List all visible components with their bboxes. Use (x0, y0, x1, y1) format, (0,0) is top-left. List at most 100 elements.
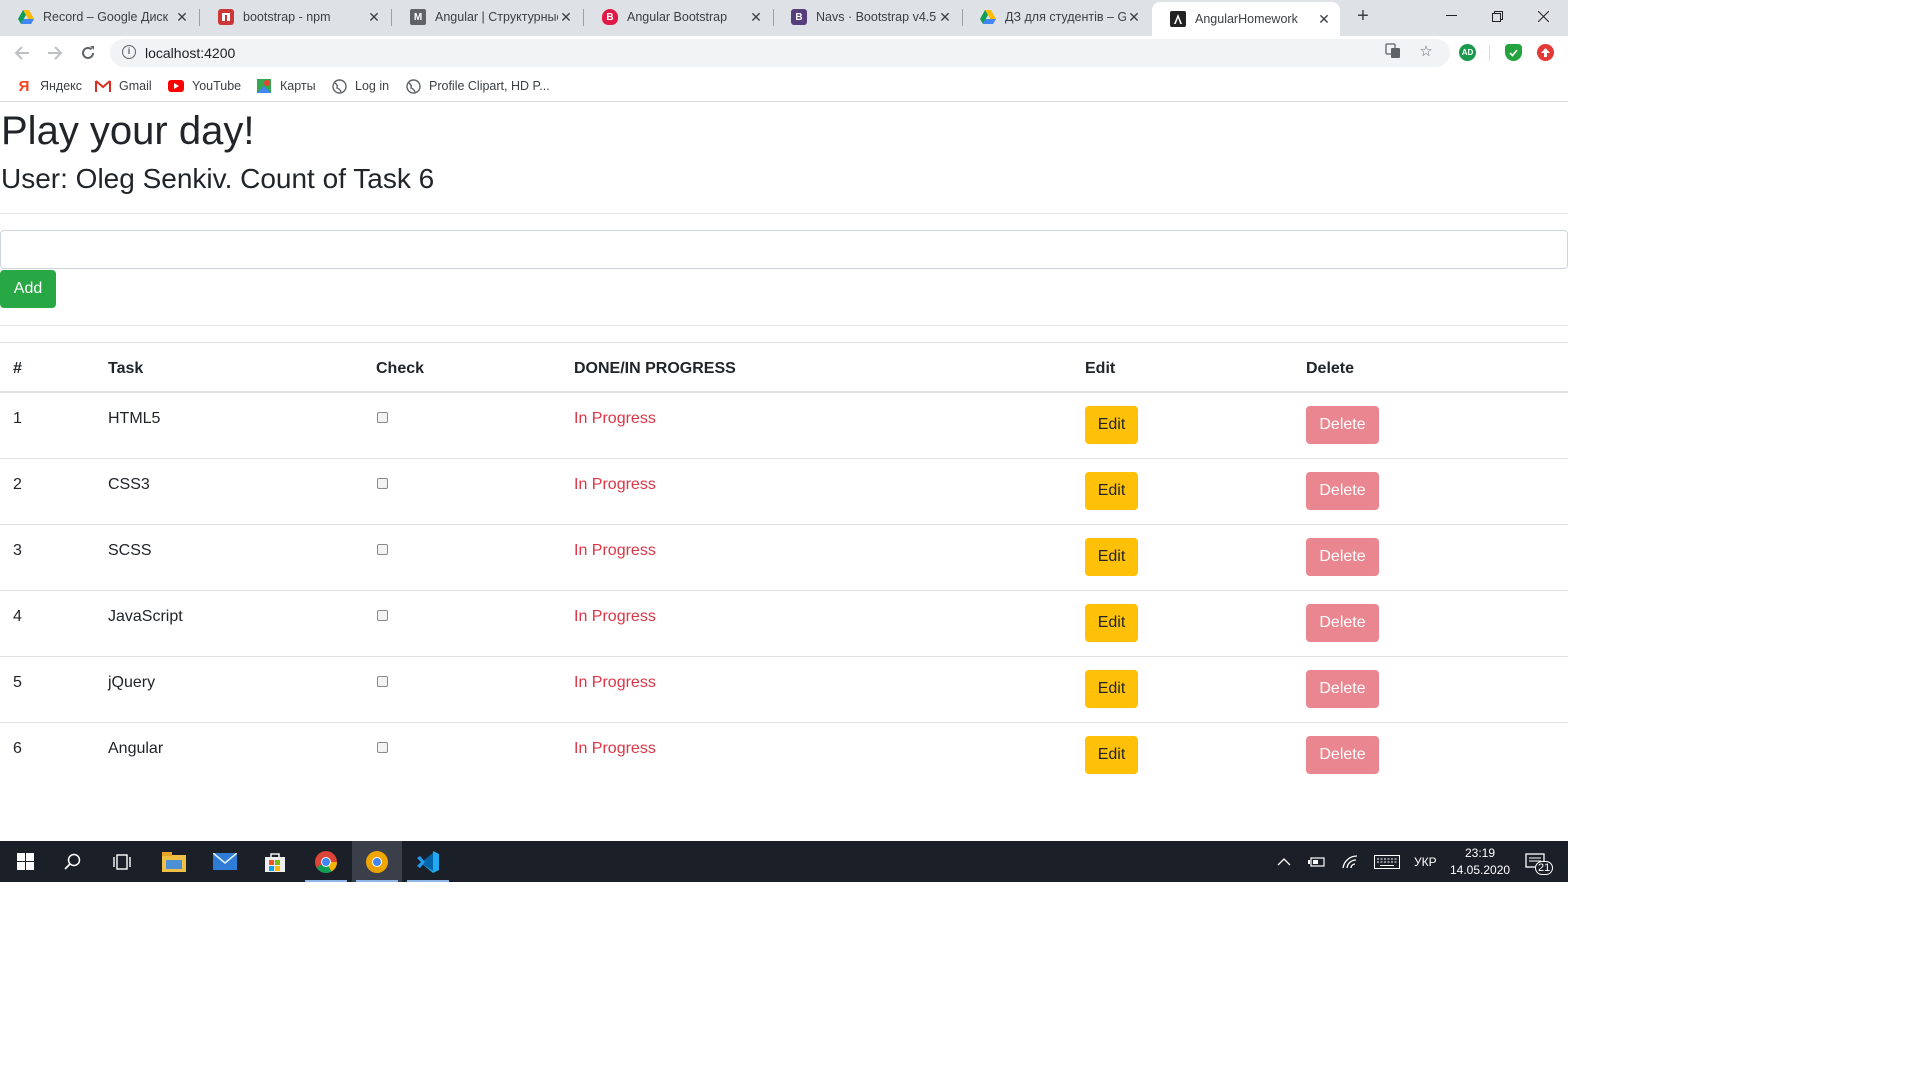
add-task-button[interactable]: Add (0, 270, 56, 308)
bookmark-yandex[interactable]: Я Яндекс (16, 78, 82, 95)
close-tab-icon[interactable]: ✕ (558, 9, 574, 26)
task-number: 2 (13, 476, 22, 493)
tab-title: Navs · Bootstrap v4.5 (816, 10, 937, 24)
edit-button[interactable]: Edit (1085, 472, 1138, 510)
delete-button[interactable]: Delete (1306, 604, 1379, 642)
task-checkbox[interactable] (377, 742, 388, 753)
table-header-row: # Task Check DONE/IN PROGRESS Edit Delet… (0, 342, 1568, 393)
task-status: In Progress (574, 740, 656, 757)
site-info-icon[interactable]: i (122, 45, 136, 59)
tab-navs-bootstrap[interactable]: B Navs · Bootstrap v4.5 ✕ (773, 0, 961, 34)
star-icon[interactable]: ☆ (1417, 42, 1435, 60)
delete-button[interactable]: Delete (1306, 670, 1379, 708)
edit-button[interactable]: Edit (1085, 670, 1138, 708)
google-drive-icon (18, 9, 34, 25)
forward-arrow-icon[interactable] (44, 42, 66, 64)
new-task-input[interactable] (0, 230, 1568, 269)
wifi-icon[interactable] (1342, 841, 1359, 882)
task-number: 4 (13, 608, 22, 625)
tab-record-google-disk[interactable]: Record – Google Диск ✕ (0, 0, 198, 34)
task-name: Angular (108, 740, 164, 757)
edit-button[interactable]: Edit (1085, 604, 1138, 642)
tab-title: Record – Google Диск (43, 10, 169, 24)
close-tab-icon[interactable]: ✕ (748, 9, 764, 26)
edit-button[interactable]: Edit (1085, 406, 1138, 444)
edit-button[interactable]: Edit (1085, 538, 1138, 576)
page-title: Play your day! (1, 109, 255, 153)
tasks-table: # Task Check DONE/IN PROGRESS Edit Delet… (0, 342, 1568, 789)
bookmark-label: YouTube (192, 79, 242, 93)
clock-time: 23:19 (1464, 846, 1496, 860)
delete-button[interactable]: Delete (1306, 736, 1379, 774)
task-checkbox[interactable] (377, 412, 388, 423)
show-hidden-icons-icon[interactable] (1277, 841, 1291, 882)
vscode-icon[interactable] (403, 841, 453, 882)
battery-icon[interactable] (1308, 841, 1326, 882)
file-explorer-icon[interactable] (149, 841, 199, 882)
adguard-icon[interactable]: AD (1459, 44, 1476, 61)
update-icon[interactable] (1537, 44, 1554, 61)
translate-icon[interactable] (1384, 42, 1402, 60)
chrome-canary-icon[interactable] (352, 841, 402, 882)
running-indicator (305, 880, 347, 882)
edit-button[interactable]: Edit (1085, 736, 1138, 774)
clock-date: 14.05.2020 (1450, 863, 1511, 877)
url-text: localhost:4200 (145, 45, 236, 61)
task-checkbox[interactable] (377, 610, 388, 621)
bookmark-maps[interactable]: Карты (256, 78, 316, 94)
shield-check-icon[interactable] (1505, 44, 1522, 61)
task-view-icon[interactable] (97, 841, 147, 882)
tab-dz-students[interactable]: ДЗ для студентів – Goo ✕ (962, 0, 1150, 34)
windows-start-icon[interactable] (0, 841, 50, 882)
close-tab-icon[interactable]: ✕ (174, 9, 190, 26)
store-icon[interactable] (250, 841, 300, 882)
task-number: 5 (13, 674, 22, 691)
header-delete: Delete (1306, 360, 1355, 377)
bookmark-youtube[interactable]: YouTube (168, 78, 241, 94)
close-tab-icon[interactable]: ✕ (1126, 9, 1142, 26)
delete-button[interactable]: Delete (1306, 538, 1379, 576)
task-status: In Progress (574, 410, 656, 427)
restore-icon[interactable] (1474, 0, 1520, 32)
close-window-icon[interactable] (1520, 0, 1566, 32)
close-tab-icon[interactable]: ✕ (366, 9, 382, 26)
chrome-icon[interactable] (301, 841, 351, 882)
address-bar[interactable]: i localhost:4200 (110, 39, 1450, 67)
back-arrow-icon[interactable] (11, 42, 33, 64)
input-language[interactable]: УКР (1414, 841, 1437, 882)
tab-angular-structural[interactable]: M Angular | Структурные ✕ (392, 0, 582, 34)
bookmark-log-in[interactable]: Log in (331, 78, 389, 94)
task-number: 3 (13, 542, 22, 559)
minimize-icon[interactable] (1428, 0, 1474, 32)
notification-center-icon[interactable]: 21 (1525, 841, 1554, 882)
task-checkbox[interactable] (377, 478, 388, 489)
bookmark-label: Карты (280, 79, 316, 93)
system-clock[interactable]: 23:19 14.05.2020 (1450, 845, 1510, 879)
task-checkbox[interactable] (377, 544, 388, 555)
globe-icon (405, 78, 421, 94)
close-tab-icon[interactable]: ✕ (1316, 11, 1332, 28)
bookmark-profile-clipart[interactable]: Profile Clipart, HD P... (405, 78, 550, 94)
youtube-icon (168, 78, 184, 94)
tab-title: Angular Bootstrap (627, 10, 728, 24)
divider (0, 213, 1568, 214)
new-tab-icon[interactable]: + (1352, 6, 1374, 28)
tab-title: bootstrap - npm (243, 10, 331, 24)
keyboard-icon[interactable] (1374, 841, 1400, 882)
mail-icon[interactable] (200, 841, 250, 882)
delete-button[interactable]: Delete (1306, 406, 1379, 444)
task-checkbox[interactable] (377, 676, 388, 687)
bookmark-label: Profile Clipart, HD P... (429, 79, 550, 93)
bookmark-label: Gmail (119, 79, 152, 93)
close-tab-icon[interactable]: ✕ (937, 9, 953, 26)
npm-icon (218, 9, 234, 25)
reload-icon[interactable] (77, 42, 99, 64)
search-icon[interactable] (48, 841, 98, 882)
tab-angular-bootstrap[interactable]: B Angular Bootstrap ✕ (584, 0, 772, 34)
bookmark-gmail[interactable]: Gmail (95, 78, 152, 94)
task-name: CSS3 (108, 476, 150, 493)
tab-angular-homework[interactable]: AngularHomework ✕ (1152, 2, 1340, 36)
header-edit: Edit (1085, 360, 1116, 377)
tab-bootstrap-npm[interactable]: bootstrap - npm ✕ (200, 0, 390, 34)
delete-button[interactable]: Delete (1306, 472, 1379, 510)
